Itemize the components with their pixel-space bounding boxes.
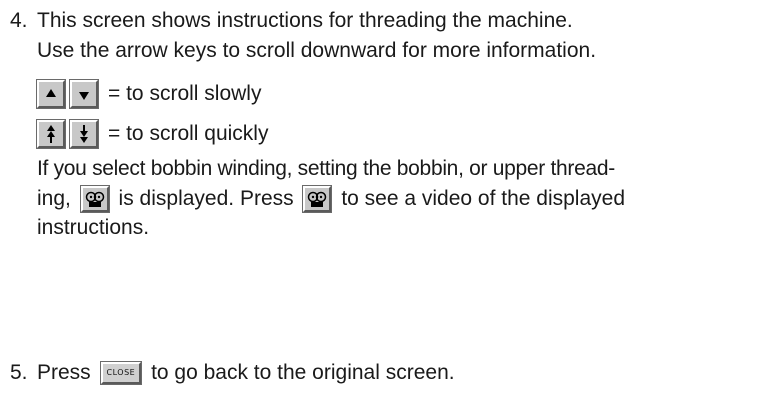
paragraph-line: instructions. <box>37 216 150 239</box>
step-number: 5. <box>10 361 28 384</box>
fast-scroll-down-button[interactable] <box>69 119 99 149</box>
triangle-up-icon <box>46 89 56 97</box>
scroll-up-button[interactable] <box>36 79 66 109</box>
step-body: Press CLOSE to go back to the original s… <box>37 358 455 388</box>
fast-scroll-up-button[interactable] <box>36 119 66 149</box>
fast-scroll-row: = to scroll quickly <box>36 116 625 152</box>
slow-scroll-label: = to scroll slowly <box>108 82 262 105</box>
slow-scroll-row: = to scroll slowly <box>36 76 625 112</box>
instruction-line: Use the arrow keys to scroll downward fo… <box>37 39 597 62</box>
paragraph-text: to see a video of the displayed <box>341 187 626 210</box>
video-button[interactable] <box>79 185 110 214</box>
step-text: Press <box>37 361 91 384</box>
paragraph-line: ing, is displayed. Press to see a video … <box>37 184 625 216</box>
video-button[interactable] <box>302 185 333 214</box>
double-arrow-down-icon <box>80 125 88 143</box>
step-body: This screen shows instructions for threa… <box>36 6 625 240</box>
paragraph-text: is displayed. Press <box>118 187 294 210</box>
paragraph-text: ing, <box>37 187 71 210</box>
close-button[interactable]: CLOSE <box>99 361 143 386</box>
triangle-down-icon <box>79 92 89 100</box>
fast-scroll-label: = to scroll quickly <box>108 122 269 145</box>
step-text: to go back to the original screen. <box>151 361 455 384</box>
double-arrow-up-icon <box>47 125 55 143</box>
scroll-down-button[interactable] <box>69 79 99 109</box>
film-reel-icon <box>85 192 104 208</box>
instruction-line: This screen shows instructions for threa… <box>37 9 573 32</box>
step-number: 4. <box>10 9 28 32</box>
paragraph-line: If you select bobbin winding, setting th… <box>37 157 615 180</box>
film-reel-icon <box>308 192 327 208</box>
